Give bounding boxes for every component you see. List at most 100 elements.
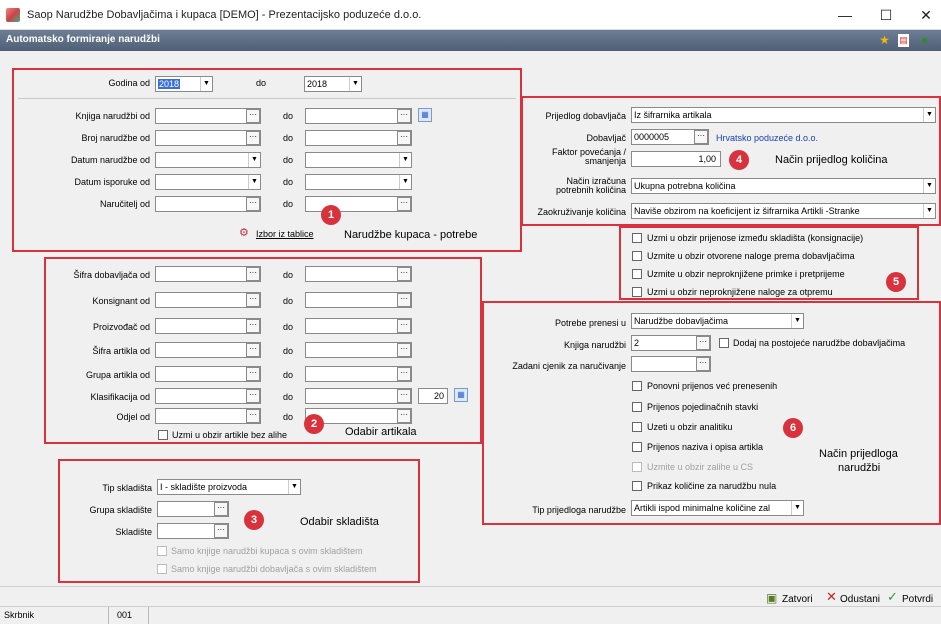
ellipsis-icon[interactable]: ··· (246, 319, 260, 333)
odjel-od-input[interactable]: ··· (155, 408, 261, 424)
prijedlog-dobavljaca-select[interactable]: Iz šifrarnika artikala ▼ (631, 107, 936, 123)
maximize-button[interactable]: ☐ (866, 4, 906, 26)
sifra-dobavljaca-do-input[interactable]: ··· (305, 266, 412, 282)
checkbox[interactable] (632, 481, 642, 491)
ponovni-prijenos-label: Ponovni prijenos već prenesenih (647, 381, 778, 391)
chevron-down-icon: ▼ (349, 77, 361, 91)
ellipsis-icon[interactable]: ··· (246, 293, 260, 307)
skladiste-input[interactable]: ··· (157, 523, 229, 539)
proizvodac-do-input[interactable]: ··· (305, 318, 412, 334)
godina-do-select[interactable]: 2018 ▼ (304, 76, 362, 92)
nacin-izracuna-select[interactable]: Ukupna potrebna količina ▼ (631, 178, 936, 194)
zatvori-button[interactable]: Zatvori (782, 594, 813, 605)
chevron-down-icon[interactable]: ▼ (399, 153, 411, 167)
checkbox[interactable] (632, 402, 642, 412)
badge-4: 4 (729, 150, 749, 170)
sifra-artikla-od-input[interactable]: ··· (155, 342, 261, 358)
ellipsis-icon[interactable]: ··· (214, 524, 228, 538)
zaokruzivanje-select[interactable]: Naviše obzirom na koeficijent iz šifrarn… (631, 203, 936, 219)
chevron-down-icon[interactable]: ▼ (248, 175, 260, 189)
faktor-input[interactable]: 1,00 (631, 151, 721, 167)
chevron-down-icon[interactable]: ▼ (248, 153, 260, 167)
potrebe-prenesi-select[interactable]: Narudžbe dobavljačima ▼ (631, 313, 804, 329)
datum-narudzbe-od-input[interactable]: ▼ (155, 152, 261, 168)
potvrdi-button[interactable]: Potvrdi (902, 594, 933, 605)
konsignant-od-input[interactable]: ··· (155, 292, 261, 308)
odustani-button[interactable]: Odustani (840, 594, 880, 605)
proizvodac-od-input[interactable]: ··· (155, 318, 261, 334)
table-icon[interactable]: ▦ (418, 108, 432, 122)
ellipsis-icon[interactable]: ··· (397, 267, 411, 281)
knjiga-do-input[interactable]: ··· (305, 108, 412, 124)
datum-isporuke-do-input[interactable]: ▼ (305, 174, 412, 190)
ellipsis-icon[interactable]: ··· (397, 367, 411, 381)
klasifikacija-od-input[interactable]: ··· (155, 388, 261, 404)
odjel-label: Odjel od (116, 412, 150, 422)
ellipsis-icon[interactable]: ··· (214, 502, 228, 516)
ellipsis-icon[interactable]: ··· (246, 389, 260, 403)
checkmark-icon: ✓ (887, 589, 898, 604)
cjenik-input[interactable]: ··· (631, 356, 711, 372)
checkbox[interactable] (632, 251, 642, 261)
tip-skladista-select[interactable]: I - skladište proizvoda ▼ (157, 479, 301, 495)
ellipsis-icon[interactable]: ··· (397, 343, 411, 357)
close-button[interactable]: ✕ (906, 4, 941, 26)
ellipsis-icon[interactable]: ··· (246, 409, 260, 423)
ellipsis-icon[interactable]: ··· (246, 343, 260, 357)
broj-do-input[interactable]: ··· (305, 130, 412, 146)
grupa-skladista-input[interactable]: ··· (157, 501, 229, 517)
checkbox[interactable] (719, 338, 729, 348)
checkbox[interactable] (632, 442, 642, 452)
exit-icon[interactable]: ● (917, 33, 932, 48)
do-label: do (283, 346, 294, 356)
knjiga-od-input[interactable]: ··· (155, 108, 261, 124)
checkbox[interactable] (158, 430, 168, 440)
knjiga-narudzbi-input[interactable]: 2 ··· (631, 335, 711, 351)
klasifikacija-do-input[interactable]: ··· (305, 388, 412, 404)
tip-prijedloga-select[interactable]: Artikli ispod minimalne količine zal ▼ (631, 500, 804, 516)
ellipsis-icon[interactable]: ··· (246, 109, 260, 123)
grupa-artikla-od-input[interactable]: ··· (155, 366, 261, 382)
godina-od-value: 2018 (158, 79, 181, 89)
checkbox[interactable] (632, 287, 642, 297)
chevron-down-icon[interactable]: ▼ (399, 175, 411, 189)
ellipsis-icon[interactable]: ··· (397, 389, 411, 403)
ellipsis-icon[interactable]: ··· (397, 131, 411, 145)
ellipsis-icon[interactable]: ··· (246, 197, 260, 211)
ellipsis-icon[interactable]: ··· (397, 197, 411, 211)
izbor-iz-tablice-link[interactable]: Izbor iz tablice (256, 229, 314, 239)
klasifikacija-level-input[interactable]: 20 (418, 388, 448, 404)
star-icon[interactable]: ★ (877, 33, 892, 48)
broj-narudzbe-label: Broj narudžbe od (81, 133, 150, 143)
broj-od-input[interactable]: ··· (155, 130, 261, 146)
datum-narudzbe-do-input[interactable]: ▼ (305, 152, 412, 168)
konsignant-do-input[interactable]: ··· (305, 292, 412, 308)
sifra-dobavljaca-od-input[interactable]: ··· (155, 266, 261, 282)
dobavljac-value: 0000005 (634, 132, 670, 142)
minimize-button[interactable]: — (825, 4, 865, 26)
narucitelj-od-input[interactable]: ··· (155, 196, 261, 212)
godina-od-select[interactable]: 2018 ▼ (155, 76, 213, 92)
ellipsis-icon[interactable]: ··· (694, 130, 708, 144)
ellipsis-icon[interactable]: ··· (397, 293, 411, 307)
sifra-artikla-do-input[interactable]: ··· (305, 342, 412, 358)
ellipsis-icon[interactable]: ··· (696, 336, 710, 350)
ellipsis-icon[interactable]: ··· (246, 131, 260, 145)
ellipsis-icon[interactable]: ··· (246, 367, 260, 381)
checkbox[interactable] (632, 381, 642, 391)
dobavljac-input[interactable]: 0000005 ··· (631, 129, 709, 145)
checkbox[interactable] (632, 269, 642, 279)
checkbox[interactable] (632, 422, 642, 432)
ellipsis-icon[interactable]: ··· (397, 409, 411, 423)
ellipsis-icon[interactable]: ··· (246, 267, 260, 281)
checkbox[interactable] (632, 233, 642, 243)
pdf-icon[interactable]: ▤ (898, 34, 909, 47)
sifra-dobavljaca-label: Šifra dobavljača od (73, 270, 150, 280)
consider-shipping-label: Uzmi u obzir neproknjižene naloge za otp… (647, 287, 833, 297)
table-icon[interactable]: ▦ (454, 388, 468, 402)
ellipsis-icon[interactable]: ··· (397, 109, 411, 123)
ellipsis-icon[interactable]: ··· (397, 319, 411, 333)
grupa-artikla-do-input[interactable]: ··· (305, 366, 412, 382)
ellipsis-icon[interactable]: ··· (696, 357, 710, 371)
datum-isporuke-od-input[interactable]: ▼ (155, 174, 261, 190)
